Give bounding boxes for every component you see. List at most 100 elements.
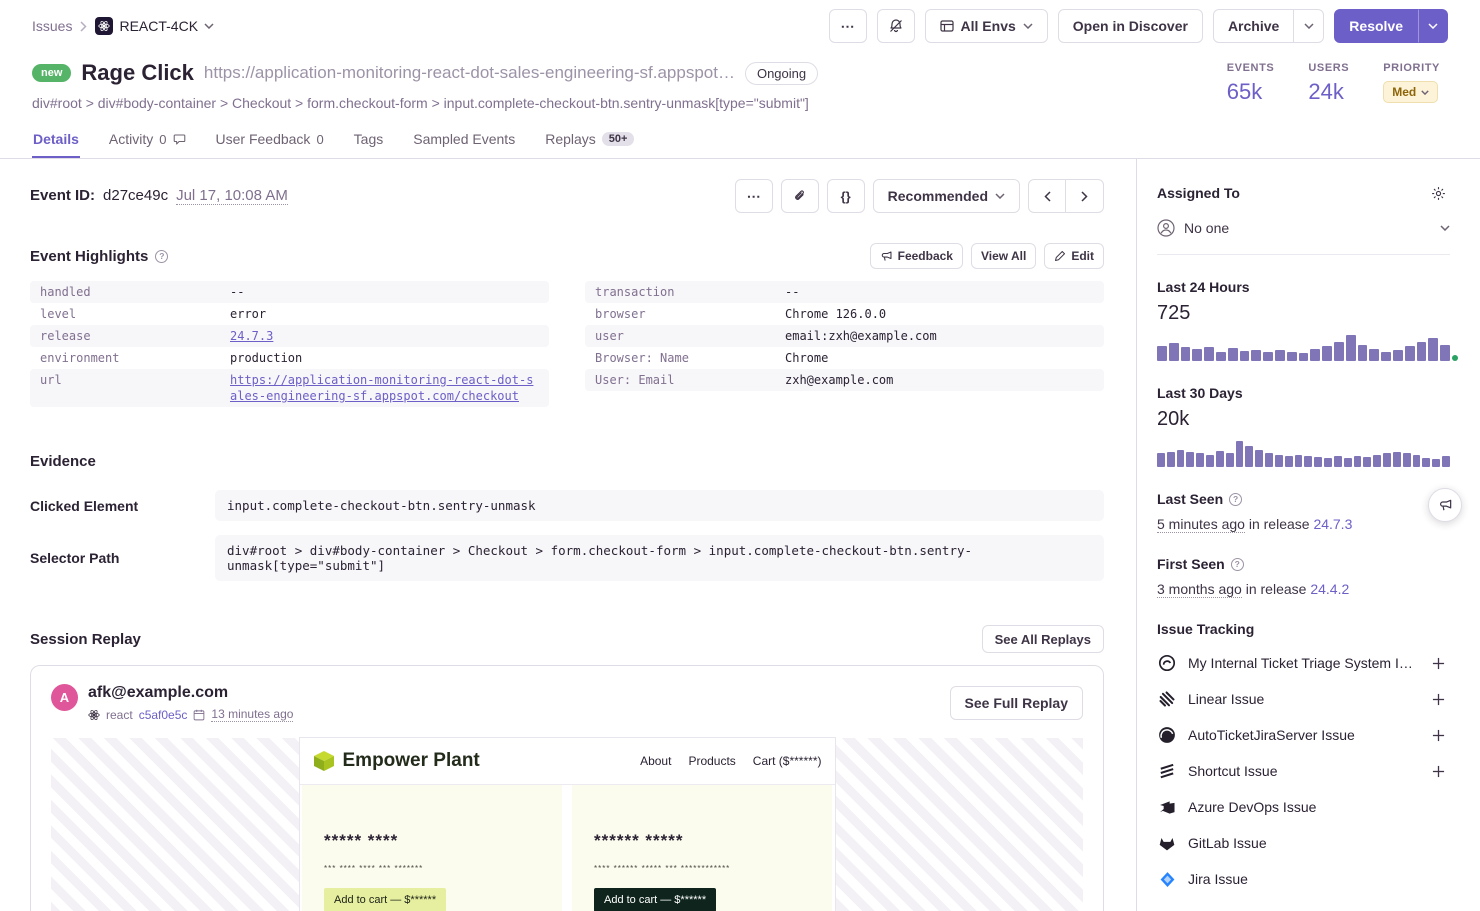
chart-bar bbox=[1381, 352, 1391, 361]
event-more-button[interactable]: ⋯ bbox=[735, 179, 773, 213]
add-issue-button[interactable] bbox=[1426, 723, 1450, 747]
last-seen-release-link[interactable]: 24.7.3 bbox=[1313, 516, 1352, 532]
megaphone-icon bbox=[880, 250, 893, 263]
event-id-label: Event ID: bbox=[30, 187, 95, 204]
first-seen-section: First Seen ? 3 months ago in release 24.… bbox=[1157, 556, 1450, 597]
assignee-dropdown[interactable]: No one bbox=[1157, 219, 1450, 255]
issue-sidebar: Assigned To No one Last 24 Hours 725 Las… bbox=[1136, 159, 1480, 911]
open-in-discover-button[interactable]: Open in Discover bbox=[1058, 9, 1203, 43]
last-seen-time[interactable]: 5 minutes ago bbox=[1157, 516, 1245, 533]
replay-time-ago[interactable]: 13 minutes ago bbox=[211, 707, 293, 722]
selector-path-label: Selector Path bbox=[30, 550, 215, 566]
add-to-cart-button: Add to cart — $****** bbox=[324, 888, 446, 911]
assignment-settings-button[interactable] bbox=[1426, 181, 1450, 205]
see-all-replays-button[interactable]: See All Replays bbox=[982, 625, 1104, 653]
chart-bar bbox=[1324, 458, 1332, 467]
issue-tracking-label[interactable]: Jira Issue bbox=[1188, 871, 1450, 887]
tab-tags[interactable]: Tags bbox=[353, 127, 385, 158]
chart-bar bbox=[1287, 352, 1297, 361]
project-selector[interactable]: REACT-4CK bbox=[95, 17, 214, 35]
react-project-icon bbox=[95, 17, 113, 35]
replay-preview[interactable]: Empower Plant About Products Cart ($****… bbox=[51, 738, 1083, 911]
tab-replays-label: Replays bbox=[545, 131, 596, 147]
resolve-button[interactable]: Resolve bbox=[1334, 9, 1418, 43]
resolve-dropdown-button[interactable] bbox=[1418, 9, 1448, 43]
events-stat-value[interactable]: 65k bbox=[1227, 79, 1275, 105]
chart-bar bbox=[1186, 452, 1194, 467]
see-full-replay-button[interactable]: See Full Replay bbox=[950, 686, 1083, 720]
feedback-button[interactable]: Feedback bbox=[870, 243, 963, 269]
archive-dropdown-button[interactable] bbox=[1294, 9, 1324, 43]
chevron-down-icon bbox=[204, 23, 214, 29]
chart-bar bbox=[1226, 453, 1234, 467]
tab-user-feedback[interactable]: User Feedback 0 bbox=[215, 127, 325, 158]
activity-count: 0 bbox=[159, 132, 166, 147]
attachments-button[interactable] bbox=[781, 179, 819, 213]
mute-alerts-button[interactable] bbox=[877, 9, 915, 43]
view-all-button[interactable]: View All bbox=[971, 243, 1036, 269]
replay-id-link[interactable]: c5af0e5c bbox=[139, 708, 188, 722]
users-stat-value[interactable]: 24k bbox=[1308, 79, 1349, 105]
help-icon[interactable]: ? bbox=[155, 250, 168, 263]
issue-tracking-label[interactable]: AutoTicketJiraServer Issue bbox=[1188, 727, 1415, 743]
env-filter-label: All Envs bbox=[961, 18, 1016, 34]
issue-tracking-label[interactable]: Shortcut Issue bbox=[1188, 763, 1415, 779]
env-filter-button[interactable]: All Envs bbox=[925, 9, 1048, 43]
priority-value: Med bbox=[1392, 85, 1416, 99]
kv-row-environment: environment production bbox=[30, 347, 549, 369]
highlights-table-right: transaction -- browser Chrome 126.0.0 us… bbox=[585, 281, 1104, 391]
json-view-button[interactable]: {} bbox=[827, 179, 865, 213]
site-brand-name: Empower Plant bbox=[343, 750, 480, 772]
add-issue-button[interactable] bbox=[1426, 759, 1450, 783]
session-replay-title: Session Replay bbox=[30, 631, 141, 648]
chart-bar bbox=[1216, 352, 1226, 361]
add-issue-button[interactable] bbox=[1426, 651, 1450, 675]
next-event-button[interactable] bbox=[1066, 179, 1104, 213]
more-actions-button[interactable]: ⋯ bbox=[829, 9, 867, 43]
priority-dropdown[interactable]: Med bbox=[1383, 81, 1438, 103]
add-issue-button[interactable] bbox=[1426, 687, 1450, 711]
tab-replays[interactable]: Replays 50+ bbox=[544, 127, 635, 158]
release-link[interactable]: 24.7.3 bbox=[230, 328, 539, 344]
issue-selector-path: div#root > div#body-container > Checkout… bbox=[32, 95, 818, 111]
tab-activity-label: Activity bbox=[109, 131, 153, 147]
floating-feedback-button[interactable] bbox=[1428, 488, 1462, 522]
archive-button[interactable]: Archive bbox=[1213, 9, 1294, 43]
shortcut-icon bbox=[1157, 762, 1177, 780]
user-feedback-count: 0 bbox=[316, 132, 323, 147]
events-stat: EVENTS 65k bbox=[1227, 62, 1275, 111]
chart-bar bbox=[1240, 351, 1250, 361]
tab-activity[interactable]: Activity 0 bbox=[108, 127, 187, 158]
help-icon[interactable]: ? bbox=[1229, 493, 1242, 506]
chart-bar bbox=[1354, 456, 1362, 467]
issue-tracking-label[interactable]: GitLab Issue bbox=[1188, 835, 1450, 851]
kv-row-user-email: User: Email zxh@example.com bbox=[585, 369, 1104, 391]
product-title: ***** **** bbox=[324, 831, 540, 851]
highlights-table-left: handled -- level error release 24.7.3 en… bbox=[30, 281, 549, 407]
chart-bar bbox=[1346, 335, 1356, 361]
first-seen-release-link[interactable]: 24.4.2 bbox=[1310, 581, 1349, 597]
issue-tracking-row: Jira Issue bbox=[1157, 861, 1450, 897]
issue-tracking-label[interactable]: Azure DevOps Issue bbox=[1188, 799, 1450, 815]
issue-tracking-label[interactable]: My Internal Ticket Triage System Issue bbox=[1188, 655, 1415, 671]
replay-user-email[interactable]: afk@example.com bbox=[88, 684, 293, 702]
assigned-to-title: Assigned To bbox=[1157, 185, 1240, 201]
help-icon[interactable]: ? bbox=[1231, 558, 1244, 571]
issue-tracking-row: AutoTicketJiraServer Issue bbox=[1157, 717, 1450, 753]
kv-key: release bbox=[40, 328, 230, 344]
chart-bar bbox=[1393, 350, 1403, 361]
first-seen-time[interactable]: 3 months ago bbox=[1157, 581, 1242, 598]
issue-tracking-label[interactable]: Linear Issue bbox=[1188, 691, 1415, 707]
edit-highlights-button[interactable]: Edit bbox=[1044, 243, 1104, 269]
chart-bar bbox=[1275, 350, 1285, 361]
url-link[interactable]: https://application-monitoring-react-dot… bbox=[230, 372, 539, 404]
last-24-hours-section: Last 24 Hours 725 bbox=[1157, 279, 1450, 361]
breadcrumb-issues-link[interactable]: Issues bbox=[32, 18, 72, 34]
event-selector-dropdown[interactable]: Recommended bbox=[873, 179, 1020, 213]
tab-details[interactable]: Details bbox=[32, 127, 80, 158]
kv-row-transaction: transaction -- bbox=[585, 281, 1104, 303]
tab-sampled-events[interactable]: Sampled Events bbox=[412, 127, 516, 158]
event-timestamp[interactable]: Jul 17, 10:08 AM bbox=[176, 187, 288, 205]
chart-bar bbox=[1181, 347, 1191, 361]
previous-event-button[interactable] bbox=[1028, 179, 1066, 213]
